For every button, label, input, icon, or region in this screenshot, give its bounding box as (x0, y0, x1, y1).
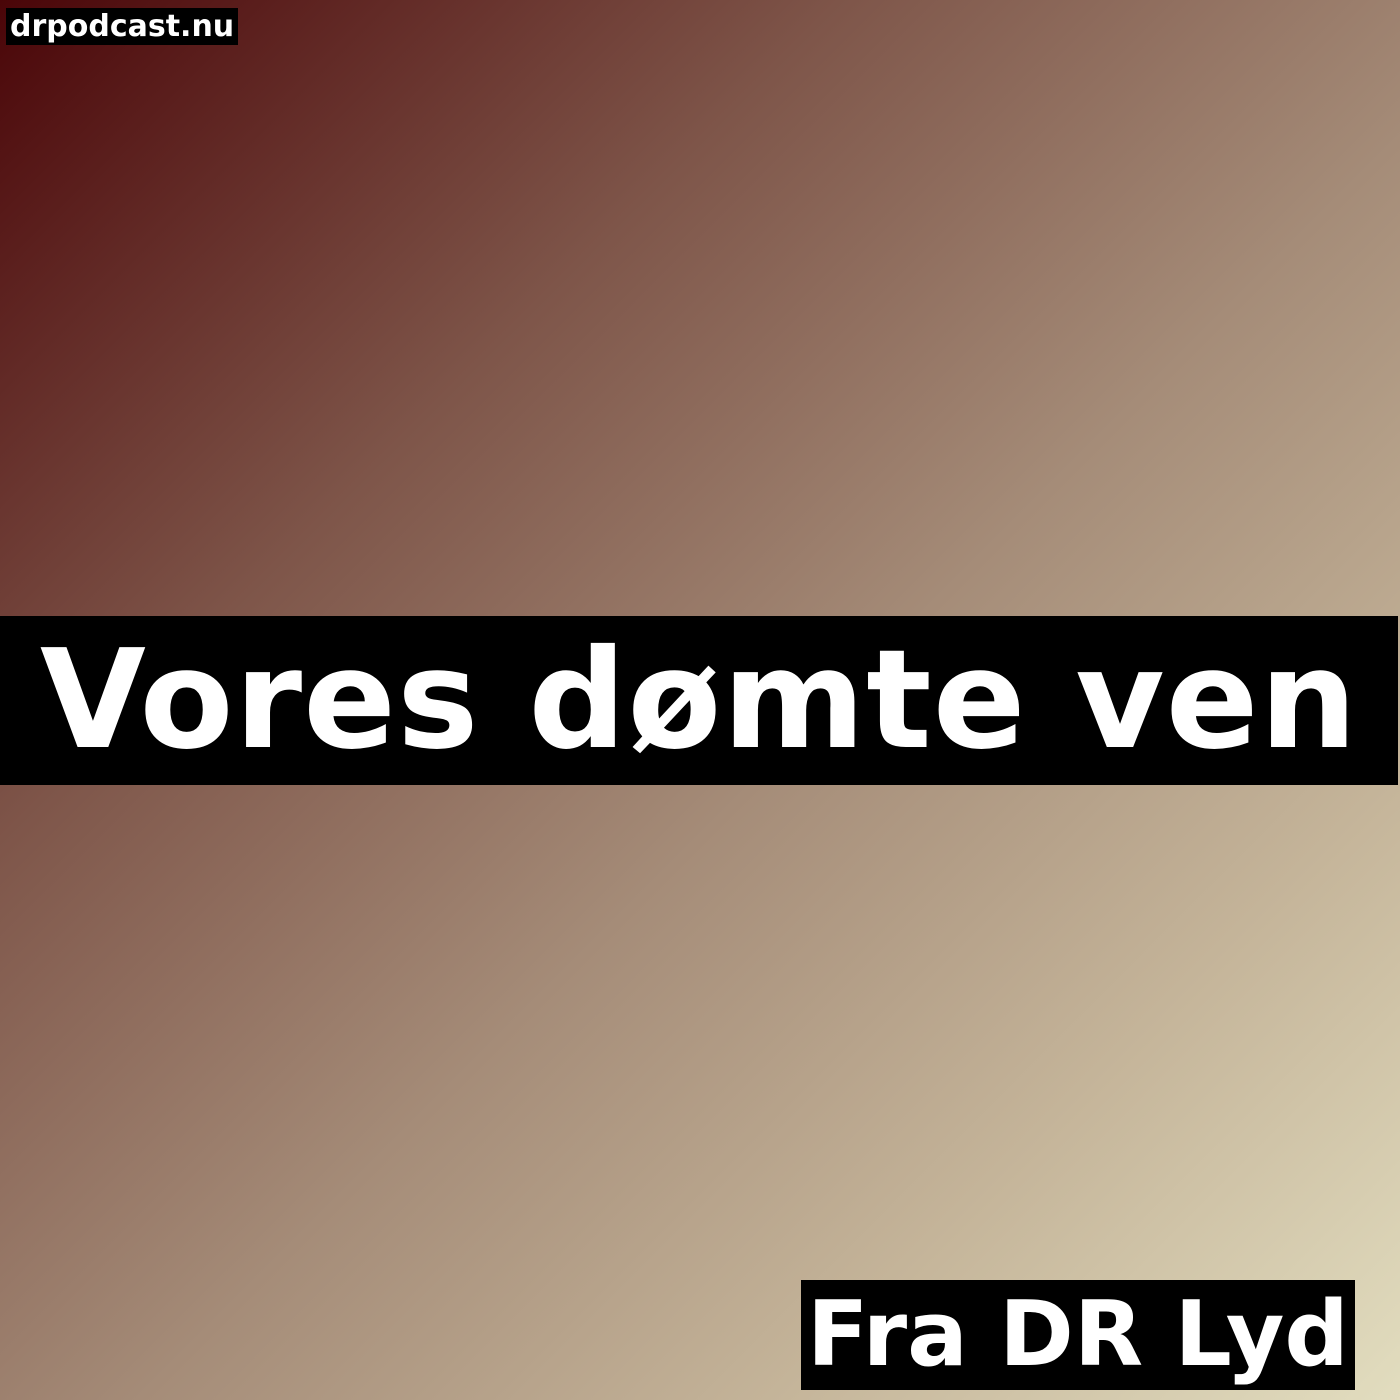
source-tag: Fra DR Lyd (801, 1280, 1355, 1390)
site-tag: drpodcast.nu (6, 8, 239, 45)
podcast-title: Vores dømte ven (0, 616, 1398, 785)
